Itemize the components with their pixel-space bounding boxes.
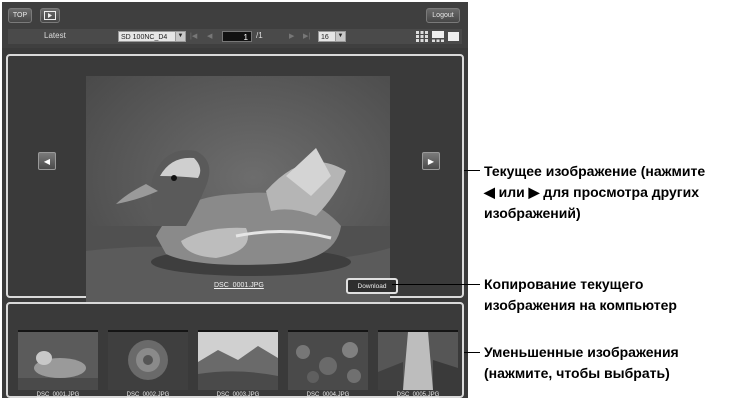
current-filename[interactable]: DSC_0001.JPG xyxy=(214,282,264,289)
callout-line: изображения на компьютер xyxy=(484,297,677,313)
thumbnail-1[interactable] xyxy=(18,330,98,390)
latest-link[interactable]: Latest xyxy=(44,31,66,40)
navigation-bar: Latest SD 100NC_D4 ▼ |◀ ◀ 1 /1 ▶ ▶| 16 ▼ xyxy=(8,29,462,44)
chevron-down-icon: ▼ xyxy=(335,32,345,41)
top-button[interactable]: TOP xyxy=(8,8,32,23)
thumbnail-3-name[interactable]: DSC_0003.JPG xyxy=(198,392,278,398)
callout-current-image: Текущее изображение (нажмите ◀ или ▶ для… xyxy=(484,161,705,224)
last-page-icon[interactable]: ▶| xyxy=(303,32,310,40)
leaves-thumbnail-image xyxy=(288,332,368,390)
thumbnail-4[interactable] xyxy=(288,330,368,390)
thumbnail-1-name[interactable]: DSC_0001.JPG xyxy=(18,392,98,398)
callout-line: Текущее изображение (нажмите xyxy=(484,163,706,179)
callout-copy-image: Копирование текущего изображения на комп… xyxy=(484,274,677,316)
callout-leader-thumbs xyxy=(464,352,480,353)
next-image-button[interactable]: ▶ xyxy=(422,152,440,170)
prev-page-icon[interactable]: ◀ xyxy=(207,32,212,40)
duck-photo-image xyxy=(86,76,390,302)
page-input[interactable]: 1 xyxy=(222,31,252,42)
callout-line: Уменьшенные изображения xyxy=(484,344,679,360)
callout-line: Копирование текущего xyxy=(484,276,644,292)
first-page-icon[interactable]: |◀ xyxy=(190,32,197,40)
grid-view-icon[interactable] xyxy=(416,31,428,42)
thumbnail-5-name[interactable]: DSC_0005.JPG xyxy=(378,392,458,398)
chevron-down-icon: ▼ xyxy=(175,32,185,41)
waterfall-thumbnail-image xyxy=(378,332,458,390)
landscape-thumbnail-image xyxy=(198,332,278,390)
page-total: /1 xyxy=(256,31,263,40)
logout-button[interactable]: Logout xyxy=(426,8,460,23)
thumbnail-2[interactable] xyxy=(108,330,188,390)
duck-thumbnail-image xyxy=(18,332,98,390)
next-page-icon[interactable]: ▶ xyxy=(289,32,294,40)
arrow-left-icon: ◀ xyxy=(43,156,51,166)
thumbnail-strip: DSC_0001.JPG DSC_0002.JPG DSC_0003.JPG D… xyxy=(6,302,464,398)
filmstrip-view-icon[interactable] xyxy=(432,31,444,42)
slideshow-button[interactable] xyxy=(40,8,60,23)
folder-select[interactable]: SD 100NC_D4 ▼ xyxy=(118,31,186,42)
download-button[interactable]: Download xyxy=(346,278,398,294)
single-view-icon[interactable] xyxy=(448,32,459,41)
thumbnail-2-name[interactable]: DSC_0002.JPG xyxy=(108,392,188,398)
prev-image-button[interactable]: ◀ xyxy=(38,152,56,170)
thumbnail-5[interactable] xyxy=(378,330,458,390)
callout-leader-copy xyxy=(392,284,480,285)
per-page-value: 16 xyxy=(321,34,329,41)
current-photo[interactable] xyxy=(86,76,390,302)
callout-thumbnails: Уменьшенные изображения (нажмите, чтобы … xyxy=(484,342,679,384)
thumbnail-3[interactable] xyxy=(198,330,278,390)
thumbnail-4-name[interactable]: DSC_0004.JPG xyxy=(288,392,368,398)
folder-select-value: SD 100NC_D4 xyxy=(121,34,168,41)
callout-leader-current xyxy=(464,170,480,171)
toolbar: TOP Logout Latest SD 100NC_D4 ▼ |◀ ◀ 1 /… xyxy=(2,2,468,48)
rose-thumbnail-image xyxy=(108,332,188,390)
arrow-right-icon: ▶ xyxy=(427,156,435,166)
slideshow-icon xyxy=(44,11,56,20)
current-image-panel: ◀ ▶ DSC_0001.JPG Download xyxy=(6,54,464,302)
callout-line: изображений) xyxy=(484,205,581,221)
callout-line: (нажмите, чтобы выбрать) xyxy=(484,365,670,381)
callout-line: ◀ или ▶ для просмотра других xyxy=(484,184,700,200)
per-page-select[interactable]: 16 ▼ xyxy=(318,31,346,42)
camera-web-ui: TOP Logout Latest SD 100NC_D4 ▼ |◀ ◀ 1 /… xyxy=(2,2,468,398)
